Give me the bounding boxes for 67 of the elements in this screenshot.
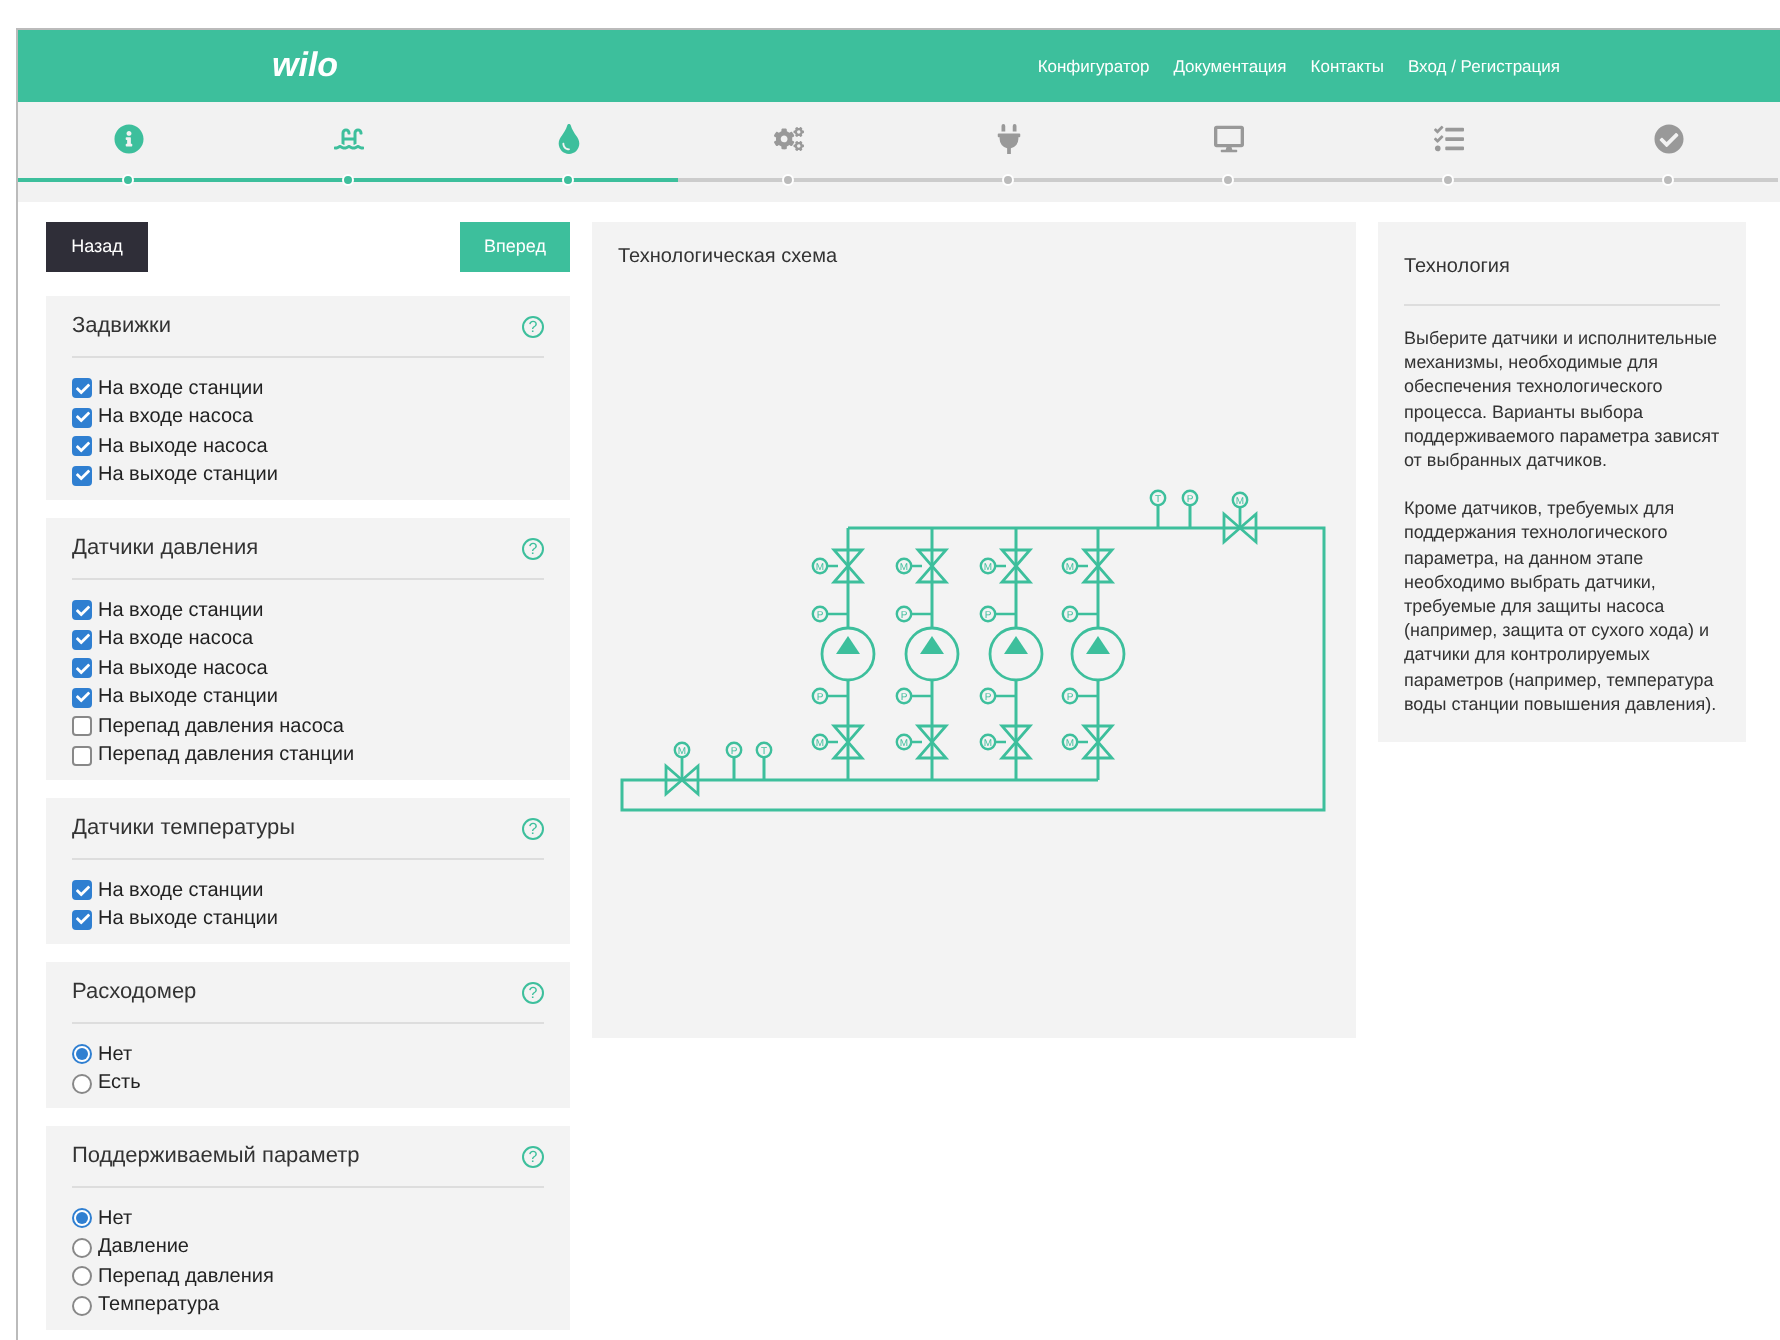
checkbox-option[interactable]: На входе насоса	[72, 625, 544, 654]
checkbox[interactable]	[72, 658, 92, 679]
pump-symbol	[988, 626, 1044, 682]
checkbox-option[interactable]: На выходе станции	[72, 683, 544, 712]
panel-title: Датчики давления	[72, 533, 259, 564]
checkbox-option[interactable]: На входе станции	[72, 374, 544, 403]
checklist-icon[interactable]	[1433, 124, 1463, 154]
radio-button[interactable]	[72, 1208, 92, 1229]
valve-symbol	[998, 724, 1034, 760]
checkbox-option[interactable]: На входе станции	[72, 876, 544, 905]
checkbox-option[interactable]: Перепад давления станции	[72, 741, 544, 770]
pool-icon[interactable]	[333, 124, 363, 154]
panel-title: Задвижки	[72, 311, 171, 342]
valve-symbol	[998, 548, 1034, 584]
radio-option[interactable]: Нет	[72, 1204, 544, 1233]
checkbox[interactable]	[72, 629, 92, 650]
radio-option[interactable]: Перепад давления	[72, 1262, 544, 1291]
valve-symbol	[664, 762, 700, 798]
valve-symbol	[830, 724, 866, 760]
checkbox-option[interactable]: На выходе станции	[72, 905, 544, 934]
valve-symbol	[830, 548, 866, 584]
valve-symbol	[914, 548, 950, 584]
checkbox-option[interactable]: Перепад давления насоса	[72, 712, 544, 741]
back-button[interactable]: Назад	[46, 222, 148, 272]
checkbox-option[interactable]: На входе станции	[72, 596, 544, 625]
valve-symbol	[914, 724, 950, 760]
checkbox[interactable]	[72, 880, 92, 901]
checkbox[interactable]	[72, 687, 92, 708]
radio-option[interactable]: Давление	[72, 1233, 544, 1262]
info-text: Выберите датчики и исполнительные механизмы, необходимые для обеспечения технологического процесса. Варианты выбора поддерживаемого параметра зависят от выбранных датчиков.	[1404, 326, 1720, 473]
radio-option[interactable]: Есть	[72, 1069, 544, 1098]
panel-title: Датчики температуры	[72, 813, 295, 844]
checkbox[interactable]	[72, 600, 92, 621]
panel-title: Расходомер	[72, 977, 197, 1008]
info-icon[interactable]	[113, 124, 143, 154]
info-text: Кроме датчиков, требуемых для поддержания технологического параметра, на данном этапе необходимо выбрать датчики, требуемые для защиты насоса (например, защита от сухого хода) и датчики для контролируемых параметров (например, температура воды станции повышения давления).	[1404, 496, 1719, 717]
panel-title: Поддерживаемый параметр	[72, 1141, 360, 1172]
checkbox-option[interactable]: На выходе станции	[72, 461, 544, 490]
radio-button[interactable]	[72, 1295, 92, 1316]
checkbox[interactable]	[72, 716, 92, 737]
monitor-icon[interactable]	[1213, 124, 1243, 154]
radio-button[interactable]	[72, 1266, 92, 1287]
radio-button[interactable]	[72, 1073, 92, 1094]
checkbox[interactable]	[72, 407, 92, 428]
radio-button[interactable]	[72, 1237, 92, 1258]
valve-symbol	[1080, 724, 1116, 760]
checkbox-option[interactable]: На входе насоса	[72, 403, 544, 432]
pump-symbol	[904, 626, 960, 682]
plug-icon[interactable]	[993, 124, 1023, 154]
checkbox[interactable]	[72, 465, 92, 486]
checkbox[interactable]	[72, 745, 92, 766]
checkbox[interactable]	[72, 436, 92, 457]
valve-symbol	[1222, 510, 1258, 546]
checkbox-option[interactable]: На выходе насоса	[72, 654, 544, 683]
checkbox[interactable]	[72, 378, 92, 399]
radio-button[interactable]	[72, 1044, 92, 1065]
valve-symbol	[1080, 548, 1116, 584]
checkbox-option[interactable]: На выходе насоса	[72, 432, 544, 461]
checkbox[interactable]	[72, 909, 92, 930]
pump-symbol	[820, 626, 876, 682]
panel-title: Технологическая схема	[616, 244, 840, 272]
radio-option[interactable]: Температура	[72, 1291, 544, 1320]
radio-option[interactable]: Нет	[72, 1040, 544, 1069]
pump-symbol	[1070, 626, 1126, 682]
panel-title: Технология	[1404, 256, 1510, 278]
drop-icon[interactable]	[553, 124, 583, 154]
gears-icon[interactable]	[773, 124, 803, 154]
